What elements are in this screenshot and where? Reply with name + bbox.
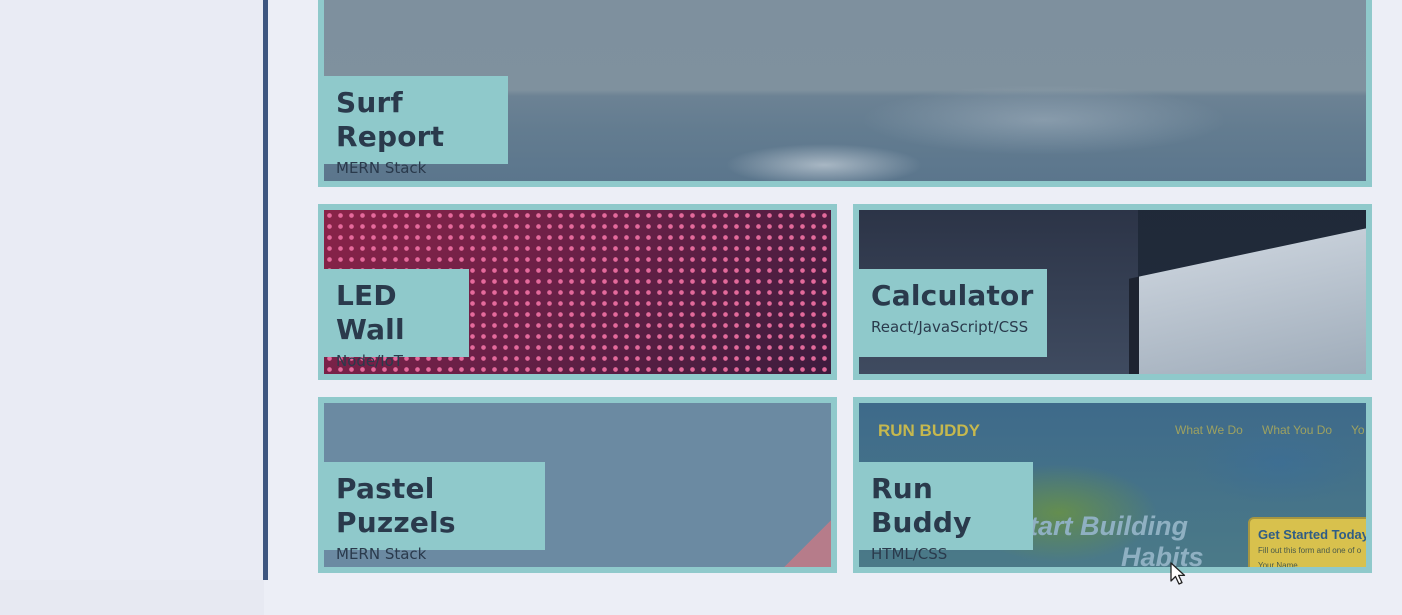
preview-form-field: Your Name: [1258, 561, 1298, 570]
preview-hero-line: tart Building: [1029, 511, 1188, 541]
project-title: Pastel Puzzels: [336, 472, 456, 539]
project-card-surf-report[interactable]: Surf Report MERN Stack: [318, 0, 1372, 187]
sidebar-footer: [0, 580, 264, 615]
preview-brand: RUN BUDDY: [878, 421, 980, 440]
project-card-run-buddy[interactable]: RUN BUDDY What We Do What You Do Yo tart…: [853, 397, 1372, 573]
project-card-calculator[interactable]: Calculator React/JavaScript/CSS: [853, 204, 1372, 380]
mouse-pointer-icon: [1170, 562, 1186, 585]
project-title: Run Buddy: [871, 472, 972, 539]
preview-form-title: Get Started Today: [1258, 527, 1370, 542]
sidebar-divider: [263, 0, 268, 580]
preview-hero-line: Habits: [1121, 542, 1204, 572]
preview-nav-item: Yo: [1351, 423, 1365, 437]
preview-nav-item: What We Do: [1175, 423, 1243, 437]
project-title: LED Wall: [336, 279, 405, 346]
project-title: Surf Report: [336, 86, 445, 153]
project-label: Calculator React/JavaScript/CSS: [859, 269, 1047, 357]
project-stack: MERN Stack: [336, 545, 427, 563]
project-label: Run Buddy HTML/CSS: [859, 462, 1033, 563]
project-stack: MERN Stack: [336, 159, 427, 177]
project-title: Calculator: [871, 279, 1034, 312]
project-card-pastel-puzzels[interactable]: Pastel Puzzels MERN Stack: [318, 397, 837, 573]
preview-signup-form: Get Started Today Fill out this form and…: [1248, 517, 1370, 570]
project-stack: HTML/CSS: [871, 545, 948, 563]
project-card-led-wall[interactable]: LED Wall Node/IoT: [318, 204, 837, 380]
preview-nav-item: What You Do: [1262, 423, 1333, 437]
left-sidebar: [0, 0, 264, 615]
project-stack: Node/IoT: [336, 352, 403, 370]
preview-form-text: Fill out this form and one of o: [1258, 546, 1362, 555]
project-stack: React/JavaScript/CSS: [871, 318, 1029, 336]
project-label: LED Wall Node/IoT: [324, 269, 469, 370]
project-label: Surf Report MERN Stack: [324, 76, 508, 177]
project-label: Pastel Puzzels MERN Stack: [324, 462, 545, 563]
